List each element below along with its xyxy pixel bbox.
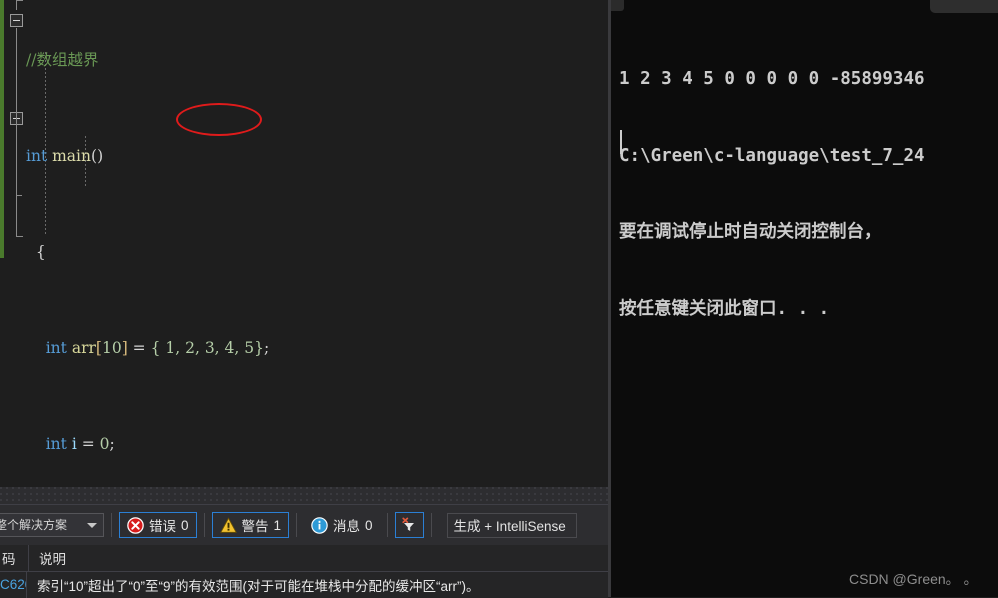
warning-icon [219,516,237,533]
column-header-code[interactable]: 码 [0,548,28,568]
console-titlebar-right-notch [930,0,998,13]
messages-filter-button[interactable]: 消息 0 [304,512,380,538]
keyword-int-2: int [45,339,67,357]
code-editor-pane[interactable]: //数组越界 int main() { int arr[10] = { 1, 2… [0,0,608,487]
messages-count: 0 [365,517,373,533]
vs-ide-window: //数组越界 int main() { int arr[10] = { 1, 2… [0,0,998,598]
error-list-toolbar: 整个解决方案 错误 0 警告 1 消息 0 生成 + IntelliSense [0,505,608,545]
structure-line-top [16,0,17,10]
source-filter-dropdown[interactable]: 生成 + IntelliSense [446,512,577,538]
row-code: C6201 [0,577,26,592]
console-text-caret [620,130,622,154]
row-description: 索引“10”超出了“0”至“9”的有效范围(对于可能在堆栈中分配的缓冲区“arr… [37,578,480,594]
assign-1: = [127,339,151,357]
column-header-description[interactable]: 说明 [29,548,66,568]
filter-clear-icon [402,517,415,531]
errors-count: 0 [181,517,189,533]
assign-2: = [76,435,100,453]
comment-token: //数组越界 [26,51,99,69]
source-code[interactable]: //数组越界 int main() { int arr[10] = { 1, 2… [26,0,269,487]
semicolon-1: ; [263,339,270,357]
table-row[interactable]: C6201 索引“10”超出了“0”至“9”的有效范围(对于可能在堆栈中分配的缓… [0,571,608,598]
number-10: 10 [101,339,122,357]
editor-glyph-margin[interactable] [4,0,26,487]
toolbar-separator-1 [111,513,112,537]
fold-toggle-main[interactable] [10,14,23,27]
function-main: main [52,147,91,165]
toolbar-separator-2 [203,513,205,537]
initializer-list: { 1, 2, 3, 4, 5} [150,339,264,357]
code-line-i-decl: int i = 0; [26,432,269,456]
info-icon [311,516,328,534]
warnings-count: 1 [273,517,282,533]
panel-splitter[interactable] [0,487,608,504]
code-line-arr-decl: int arr[10] = { 1, 2, 3, 4, 5}; [26,336,269,360]
scope-dropdown-value: 整个解决方案 [0,518,68,532]
console-output: 1 2 3 4 5 0 0 0 0 0 -85899346 C:\Green\c… [619,16,998,373]
structure-bracket-mid [16,195,22,196]
brace-open-1: { [35,243,46,261]
code-line-main-signature: int main() [26,144,269,168]
variable-arr: arr [71,339,96,357]
errors-label: 错误 [149,519,176,534]
console-title-bar[interactable] [611,0,998,13]
clear-filter-button[interactable] [394,512,424,538]
console-line-0: 1 2 3 4 5 0 0 0 0 0 -85899346 [619,69,925,89]
csdn-watermark: CSDN @Green。 。 [849,571,978,587]
number-zero-1: 0 [99,435,110,453]
source-filter-value: 生成 + IntelliSense [453,519,566,534]
scope-dropdown[interactable]: 整个解决方案 [0,513,104,537]
structure-bracket-bottom [16,236,23,237]
toolbar-separator-4 [386,513,388,537]
errors-filter-button[interactable]: 错误 0 [119,512,197,538]
error-list-column-headers: 码 说明 [0,545,608,572]
console-line-2: 要在调试停止时自动关闭控制台， [619,222,882,242]
code-line-open-brace-1: { [26,240,269,264]
structure-line-body [16,28,17,236]
console-titlebar-left-notch [611,0,624,11]
console-window[interactable]: 1 2 3 4 5 0 0 0 0 0 -85899346 C:\Green\c… [611,0,998,597]
keyword-int-3: int [45,435,67,453]
warnings-filter-button[interactable]: 警告 1 [211,512,290,538]
console-line-1: C:\Green\c-language\test_7_24 [619,145,925,166]
toolbar-separator-3 [296,513,298,537]
messages-label: 消息 [333,519,361,534]
code-line-comment: //数组越界 [26,48,269,72]
error-list-panel: 整个解决方案 错误 0 警告 1 消息 0 生成 + IntelliSense … [0,504,608,598]
paren-close-1: ) [97,147,104,165]
toolbar-separator-5 [430,513,432,537]
semicolon-2: ; [109,435,115,453]
keyword-int: int [26,147,48,165]
chevron-down-icon [87,522,97,528]
structure-bracket-top [16,0,23,1]
console-line-3: 按任意键关闭此窗口. . . [619,298,830,319]
warnings-label: 警告 [241,519,269,534]
error-icon [127,516,144,534]
